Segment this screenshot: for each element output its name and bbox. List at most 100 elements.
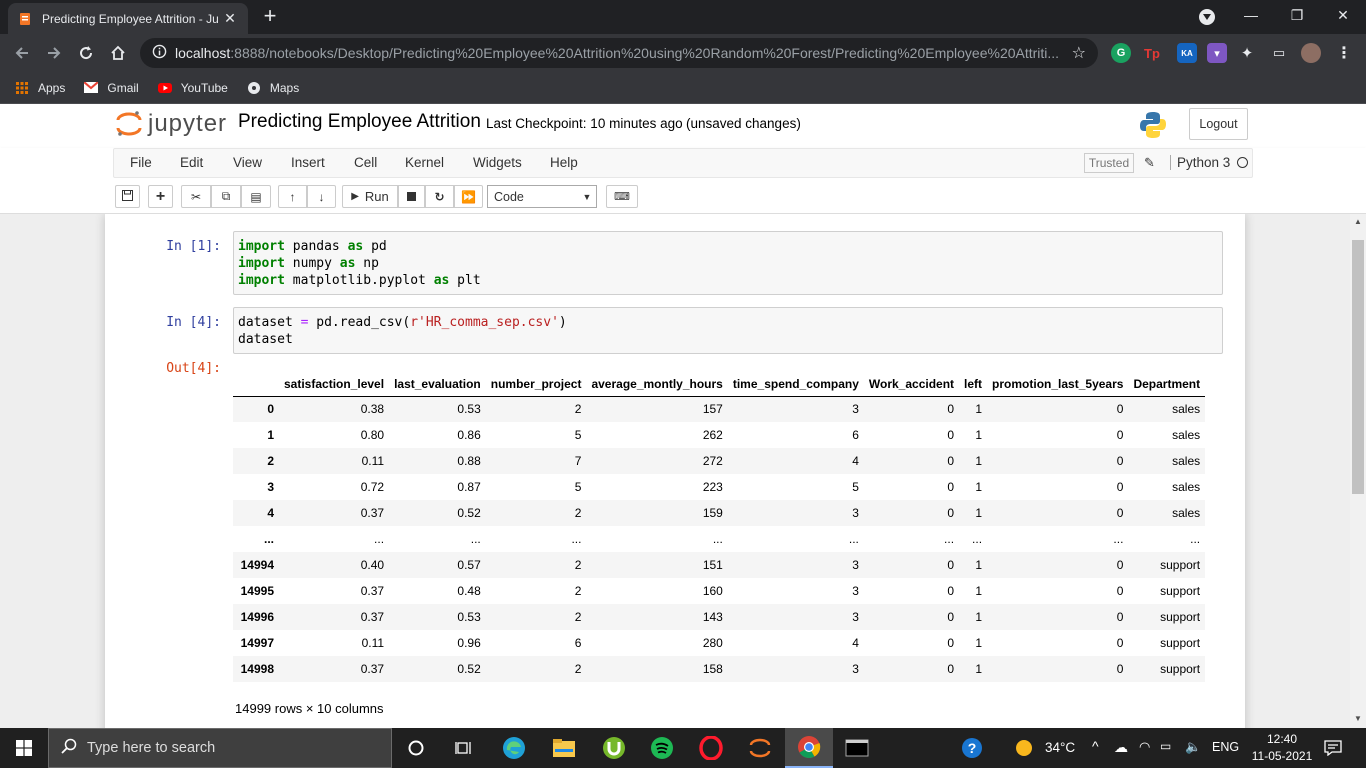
minimize-icon[interactable]: —: [1228, 0, 1274, 30]
restore-icon[interactable]: ❐: [1274, 0, 1320, 30]
cut-button[interactable]: ✂: [181, 185, 211, 208]
table-cell: sales: [1172, 506, 1201, 520]
grammarly-extension-icon[interactable]: G: [1111, 43, 1131, 63]
save-button[interactable]: [115, 185, 140, 208]
chevron-up-icon[interactable]: ^: [1092, 738, 1099, 754]
forward-arrow-icon[interactable]: [42, 41, 66, 65]
bookmark-apps[interactable]: Apps: [14, 81, 65, 95]
move-up-button[interactable]: ↑: [278, 185, 307, 208]
input-language[interactable]: ENG: [1212, 740, 1239, 754]
apps-grid-icon: [14, 81, 30, 95]
cell-type-select[interactable]: Code ▼: [487, 185, 597, 208]
opera-icon[interactable]: [687, 728, 735, 768]
menu-view[interactable]: View: [233, 155, 262, 170]
bookmark-youtube[interactable]: YouTube: [157, 81, 228, 95]
reload-icon[interactable]: [74, 41, 98, 65]
weather-temperature[interactable]: 34°C: [1045, 740, 1075, 755]
cast-icon[interactable]: ▭: [1269, 43, 1289, 63]
restart-run-all-button[interactable]: ⏩: [454, 185, 483, 208]
tp-extension-icon[interactable]: Tp: [1142, 43, 1162, 63]
chrome-taskbar-icon[interactable]: [785, 728, 833, 768]
table-cell: 0.53: [457, 402, 481, 417]
jupyter-app-icon[interactable]: [736, 728, 784, 768]
tab-search-icon[interactable]: [1199, 9, 1215, 25]
checkpoint-status: Last Checkpoint: 10 minutes ago: [486, 116, 683, 131]
battery-icon[interactable]: ▭: [1160, 739, 1171, 753]
site-info-icon[interactable]: [152, 44, 167, 62]
logout-button[interactable]: Logout: [1189, 108, 1248, 140]
page-scrollbar[interactable]: ▲ ▼: [1350, 214, 1366, 728]
weather-sun-icon[interactable]: [1010, 728, 1038, 768]
clock-time[interactable]: 12:40: [1252, 732, 1312, 746]
table-cell: 0: [947, 480, 955, 494]
utorrent-icon[interactable]: [590, 728, 638, 768]
table-row: 0 0.38 0.53 2 157 3 0 1 0 sales: [233, 396, 1206, 422]
cortana-icon[interactable]: [392, 728, 440, 768]
paste-button[interactable]: ▤: [241, 185, 271, 208]
notebook-name[interactable]: Predicting Employee Attrition: [238, 111, 481, 133]
table-row: 14994 0.40 0.57 2 151 3 0 1 0 support: [233, 552, 1206, 578]
notebook-container: In [1]: import pandas as pd import numpy…: [0, 214, 1350, 728]
code-cell-read-csv[interactable]: dataset = pd.read_csv(r'HR_comma_sep.csv…: [233, 307, 1223, 354]
code-cell-imports[interactable]: import pandas as pd import numpy as np i…: [233, 231, 1223, 295]
kernel-name[interactable]: Python 3: [1170, 155, 1230, 170]
extensions-puzzle-icon[interactable]: ✦: [1237, 43, 1257, 63]
command-palette-button[interactable]: ⌨: [606, 185, 638, 208]
ka-extension-icon[interactable]: KA: [1177, 43, 1197, 63]
jupyter-logo-icon: [116, 111, 142, 136]
wifi-icon[interactable]: ◠: [1139, 739, 1150, 755]
interrupt-button[interactable]: [398, 185, 425, 208]
restart-button[interactable]: ↻: [425, 185, 454, 208]
run-button[interactable]: ▶ Run: [342, 185, 398, 208]
table-cell: 1: [975, 558, 983, 572]
windows-logo-icon: [16, 740, 32, 756]
back-arrow-icon[interactable]: [10, 41, 34, 65]
bookmark-maps[interactable]: Maps: [246, 81, 299, 95]
edge-browser-icon[interactable]: [490, 728, 538, 768]
chrome-menu-icon[interactable]: ⋮: [1334, 43, 1354, 63]
address-bar[interactable]: localhost:8888/notebooks/Desktop/Predict…: [140, 38, 1098, 68]
windows-start-button[interactable]: [0, 728, 48, 768]
bookmark-gmail[interactable]: Gmail: [83, 81, 139, 95]
copy-button[interactable]: ⧉: [211, 185, 241, 208]
taskbar-search-box[interactable]: Type here to search: [48, 728, 392, 768]
menu-help[interactable]: Help: [550, 155, 578, 170]
cell-type-value: Code: [494, 189, 524, 204]
home-icon[interactable]: [106, 41, 130, 65]
edit-pencil-icon[interactable]: ✎: [1144, 155, 1155, 171]
new-tab-button[interactable]: +: [258, 5, 282, 29]
profile-avatar[interactable]: [1301, 43, 1321, 63]
menu-insert[interactable]: Insert: [291, 155, 325, 170]
onedrive-cloud-icon[interactable]: ☁: [1114, 739, 1128, 756]
table-cell: 4: [852, 454, 859, 468]
menu-kernel[interactable]: Kernel: [405, 155, 444, 170]
move-down-button[interactable]: ↓: [307, 185, 336, 208]
scroll-up-icon[interactable]: ▲: [1353, 217, 1363, 226]
menu-file[interactable]: File: [130, 155, 152, 170]
scroll-down-icon[interactable]: ▼: [1353, 714, 1363, 723]
purple-extension-icon[interactable]: ▾: [1207, 43, 1227, 63]
notifications-icon[interactable]: [1310, 728, 1356, 768]
bookmark-star-icon[interactable]: ☆: [1072, 43, 1086, 63]
column-header: satisfaction_level: [279, 372, 390, 397]
scrollbar-thumb[interactable]: [1352, 240, 1364, 494]
terminal-icon[interactable]: [833, 728, 881, 768]
spotify-icon[interactable]: [638, 728, 686, 768]
table-cell: 0.57: [457, 558, 481, 572]
window-close-icon[interactable]: ✕: [1320, 0, 1366, 30]
menu-widgets[interactable]: Widgets: [473, 155, 522, 170]
clock-date[interactable]: 11-05-2021: [1248, 749, 1316, 763]
table-cell: 1: [975, 402, 983, 417]
jupyter-logo[interactable]: jupyter: [116, 110, 227, 138]
tab-close-icon[interactable]: ✕: [222, 10, 238, 27]
insert-cell-button[interactable]: +: [148, 185, 173, 208]
menu-cell[interactable]: Cell: [354, 155, 377, 170]
trusted-indicator[interactable]: Trusted: [1084, 153, 1134, 173]
browser-tab[interactable]: Predicting Employee Attrition - Ju ✕: [8, 3, 248, 34]
volume-icon[interactable]: 🔈: [1185, 739, 1201, 755]
table-cell: support: [1160, 584, 1201, 598]
task-view-icon[interactable]: [440, 728, 488, 768]
file-explorer-icon[interactable]: [540, 728, 588, 768]
menu-edit[interactable]: Edit: [180, 155, 203, 170]
help-icon[interactable]: ?: [952, 728, 992, 768]
